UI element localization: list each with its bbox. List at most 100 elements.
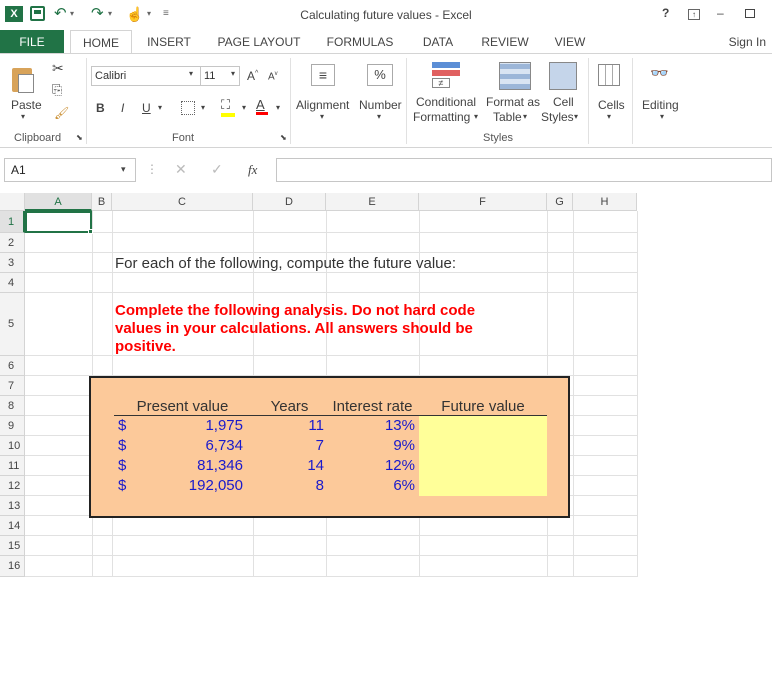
underline-button[interactable]: U — [142, 101, 151, 115]
editing-button[interactable]: Editing — [642, 98, 679, 112]
column-header-g[interactable]: G — [547, 193, 573, 211]
name-box-dropdown-icon[interactable]: ▾ — [121, 164, 126, 175]
sign-in-link[interactable]: Sign In — [729, 30, 766, 54]
font-name-dropdown-icon[interactable]: ▾ — [189, 69, 193, 78]
row-header-9[interactable]: 9 — [0, 416, 25, 436]
format-as-table-icon[interactable] — [499, 62, 531, 90]
paste-button[interactable]: Paste — [11, 98, 42, 112]
font-name-select[interactable]: Calibri — [91, 66, 201, 86]
minimize-button[interactable]: – — [717, 6, 724, 20]
alignment-button[interactable]: Alignment — [296, 98, 349, 112]
future-value-input-range[interactable] — [419, 416, 547, 496]
row-header-7[interactable]: 7 — [0, 376, 25, 396]
table-dropdown-icon[interactable]: ▾ — [523, 112, 527, 121]
row-header-16[interactable]: 16 — [0, 556, 25, 577]
paste-dropdown-icon[interactable]: ▾ — [21, 112, 25, 121]
ribbon-display-button[interactable]: ↑ — [688, 9, 700, 20]
column-header-b[interactable]: B — [92, 193, 112, 211]
number-button[interactable]: Number — [359, 98, 402, 112]
paste-icon[interactable] — [10, 64, 36, 94]
interest-rate-cell[interactable]: 6% — [326, 477, 415, 494]
format-as-table-label-2[interactable]: Table — [493, 110, 522, 124]
styles-dropdown-icon[interactable]: ▾ — [574, 112, 578, 121]
row-header-8[interactable]: 8 — [0, 396, 25, 416]
tab-file[interactable]: FILE — [0, 30, 64, 54]
shrink-font-icon[interactable]: Av — [268, 71, 278, 82]
font-color-dropdown-icon[interactable]: ▾ — [276, 103, 280, 112]
borders-dropdown-icon[interactable]: ▾ — [201, 103, 205, 112]
cancel-entry-icon[interactable]: ✕ — [175, 161, 187, 178]
cells-button[interactable]: Cells — [598, 98, 625, 112]
insert-function-icon[interactable]: fx — [248, 162, 257, 178]
row-header-11[interactable]: 11 — [0, 456, 25, 476]
column-header-a[interactable]: A — [25, 193, 92, 211]
tab-insert[interactable]: INSERT — [139, 30, 199, 54]
cell-styles-button[interactable]: Cell — [553, 95, 574, 109]
cell-styles-icon[interactable] — [549, 62, 577, 90]
row-header-3[interactable]: 3 — [0, 253, 25, 273]
tab-view[interactable]: VIEW — [548, 30, 592, 54]
copy-icon[interactable]: ⎘ — [52, 82, 62, 98]
row-header-10[interactable]: 10 — [0, 436, 25, 456]
present-value-cell[interactable]: 6,734 — [112, 437, 243, 454]
column-header-c[interactable]: C — [112, 193, 253, 211]
number-dropdown-icon[interactable]: ▾ — [377, 112, 381, 121]
clipboard-launcher-icon[interactable]: ⬊ — [76, 133, 83, 142]
years-cell[interactable]: 11 — [253, 417, 324, 434]
row-header-1[interactable]: 1 — [0, 211, 25, 233]
conditional-dropdown-icon[interactable]: ▾ — [474, 112, 478, 121]
tab-page-layout[interactable]: PAGE LAYOUT — [213, 30, 305, 54]
restore-button[interactable] — [745, 9, 755, 18]
present-value-cell[interactable]: 81,346 — [112, 457, 243, 474]
font-size-dropdown-icon[interactable]: ▾ — [231, 69, 235, 78]
row-header-13[interactable]: 13 — [0, 496, 25, 516]
present-value-cell[interactable]: 192,050 — [112, 477, 243, 494]
years-cell[interactable]: 7 — [253, 437, 324, 454]
help-button[interactable]: ? — [662, 6, 669, 20]
tab-formulas[interactable]: FORMULAS — [321, 30, 399, 54]
row-header-2[interactable]: 2 — [0, 233, 25, 253]
years-cell[interactable]: 14 — [253, 457, 324, 474]
conditional-formatting-icon[interactable]: ≠ — [432, 62, 460, 90]
cell-a1-selected[interactable] — [25, 211, 92, 233]
borders-icon[interactable] — [181, 101, 195, 115]
column-header-h[interactable]: H — [573, 193, 637, 211]
row-header-4[interactable]: 4 — [0, 273, 25, 293]
cells-icon[interactable] — [598, 64, 620, 86]
italic-button[interactable]: I — [121, 101, 124, 115]
tab-home[interactable]: HOME — [70, 30, 132, 54]
tab-data[interactable]: DATA — [417, 30, 459, 54]
interest-rate-cell[interactable]: 13% — [326, 417, 415, 434]
underline-dropdown-icon[interactable]: ▾ — [158, 103, 162, 112]
present-value-cell[interactable]: 1,975 — [112, 417, 243, 434]
cell-styles-label-2[interactable]: Styles — [541, 110, 574, 124]
format-as-table-button[interactable]: Format as — [486, 95, 540, 109]
interest-rate-cell[interactable]: 9% — [326, 437, 415, 454]
tab-review[interactable]: REVIEW — [477, 30, 533, 54]
conditional-formatting-label-2[interactable]: Formatting — [413, 110, 470, 124]
alignment-icon[interactable]: ≡ — [311, 64, 335, 86]
select-all-corner[interactable] — [0, 193, 25, 211]
editing-dropdown-icon[interactable]: ▾ — [660, 112, 664, 121]
column-header-e[interactable]: E — [326, 193, 419, 211]
font-color-icon[interactable]: A — [256, 97, 268, 115]
row-header-14[interactable]: 14 — [0, 516, 25, 536]
fill-handle[interactable] — [88, 229, 93, 234]
row-header-6[interactable]: 6 — [0, 356, 25, 376]
bold-button[interactable]: B — [96, 101, 105, 115]
interest-rate-cell[interactable]: 12% — [326, 457, 415, 474]
grow-font-icon[interactable]: A^ — [247, 69, 258, 83]
name-box[interactable]: A1 — [4, 158, 136, 182]
cut-icon[interactable]: ✂ — [52, 60, 64, 77]
font-launcher-icon[interactable]: ⬊ — [280, 133, 287, 142]
cells-dropdown-icon[interactable]: ▾ — [607, 112, 611, 121]
row-header-15[interactable]: 15 — [0, 536, 25, 556]
column-header-f[interactable]: F — [419, 193, 547, 211]
formula-input[interactable] — [276, 158, 772, 182]
row-header-12[interactable]: 12 — [0, 476, 25, 496]
find-binoculars-icon[interactable]: 👓 — [650, 64, 669, 82]
fill-color-icon[interactable]: ⛶ — [221, 97, 235, 117]
conditional-formatting-button[interactable]: Conditional — [416, 95, 476, 109]
format-painter-icon[interactable]: 🖌 — [54, 106, 69, 120]
alignment-dropdown-icon[interactable]: ▾ — [320, 112, 324, 121]
